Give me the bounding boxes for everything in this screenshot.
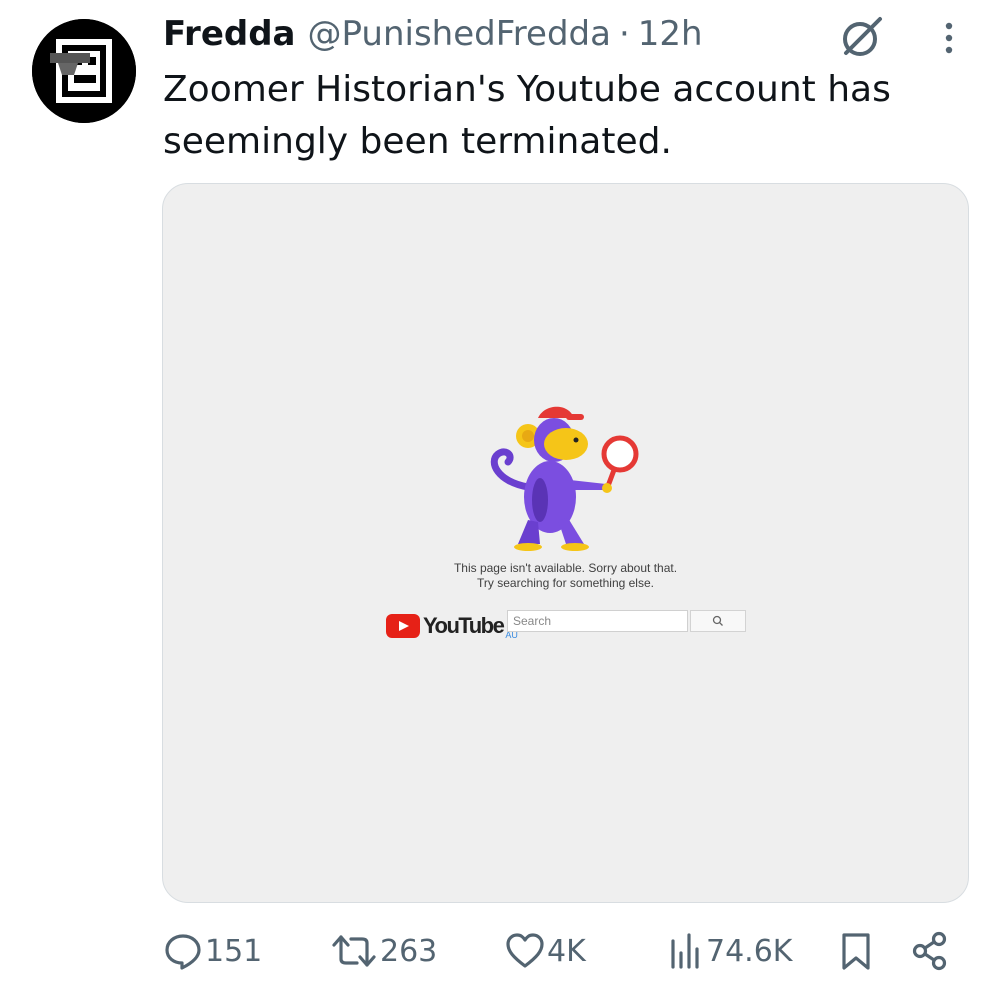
- tweet-text: Zoomer Historian's Youtube account has s…: [163, 69, 891, 162]
- youtube-search-input: Search: [507, 610, 688, 632]
- error-message: This page isn't available. Sorry about t…: [453, 561, 678, 575]
- repost-count: 263: [380, 933, 438, 969]
- views-count: 74.6K: [706, 933, 793, 969]
- bookmark-icon: [842, 933, 870, 970]
- tweet-timestamp[interactable]: 12h: [638, 14, 703, 54]
- search-icon: [712, 615, 723, 626]
- separator-dot: ·: [618, 14, 630, 54]
- reply-count: 151: [205, 933, 263, 969]
- reply-button[interactable]: 151: [163, 925, 262, 977]
- repost-button[interactable]: 263: [330, 925, 437, 977]
- grok-icon[interactable]: [838, 13, 886, 61]
- youtube-play-icon: [386, 614, 420, 638]
- repost-icon: [332, 935, 376, 967]
- like-count: 4K: [547, 933, 586, 969]
- share-button[interactable]: [910, 925, 950, 977]
- tweet-header: Fredda @PunishedFredda · 12h: [163, 14, 703, 58]
- youtube-wordmark: YouTube: [423, 613, 505, 638]
- author-name[interactable]: Fredda: [163, 14, 296, 54]
- bookmark-button[interactable]: [838, 925, 874, 977]
- reply-icon: [165, 934, 201, 970]
- more-vertical-icon[interactable]: [940, 20, 958, 56]
- tweet-actions: 151 263 4K 74.6K: [0, 925, 1000, 977]
- avatar[interactable]: [32, 19, 136, 123]
- like-button[interactable]: 4K: [505, 925, 586, 977]
- analytics-icon: [671, 933, 699, 969]
- tweet-media-image[interactable]: This page isn't available. Sorry about t…: [162, 183, 969, 903]
- monkey-illustration: [488, 402, 648, 554]
- youtube-logo: YouTube AU: [386, 612, 518, 640]
- author-handle[interactable]: @PunishedFredda: [308, 14, 611, 54]
- error-suggestion: Try searching for something else.: [477, 576, 654, 590]
- youtube-search-button: [690, 610, 746, 632]
- views-button[interactable]: 74.6K: [668, 925, 792, 977]
- share-icon: [912, 931, 947, 971]
- heart-icon: [506, 933, 544, 968]
